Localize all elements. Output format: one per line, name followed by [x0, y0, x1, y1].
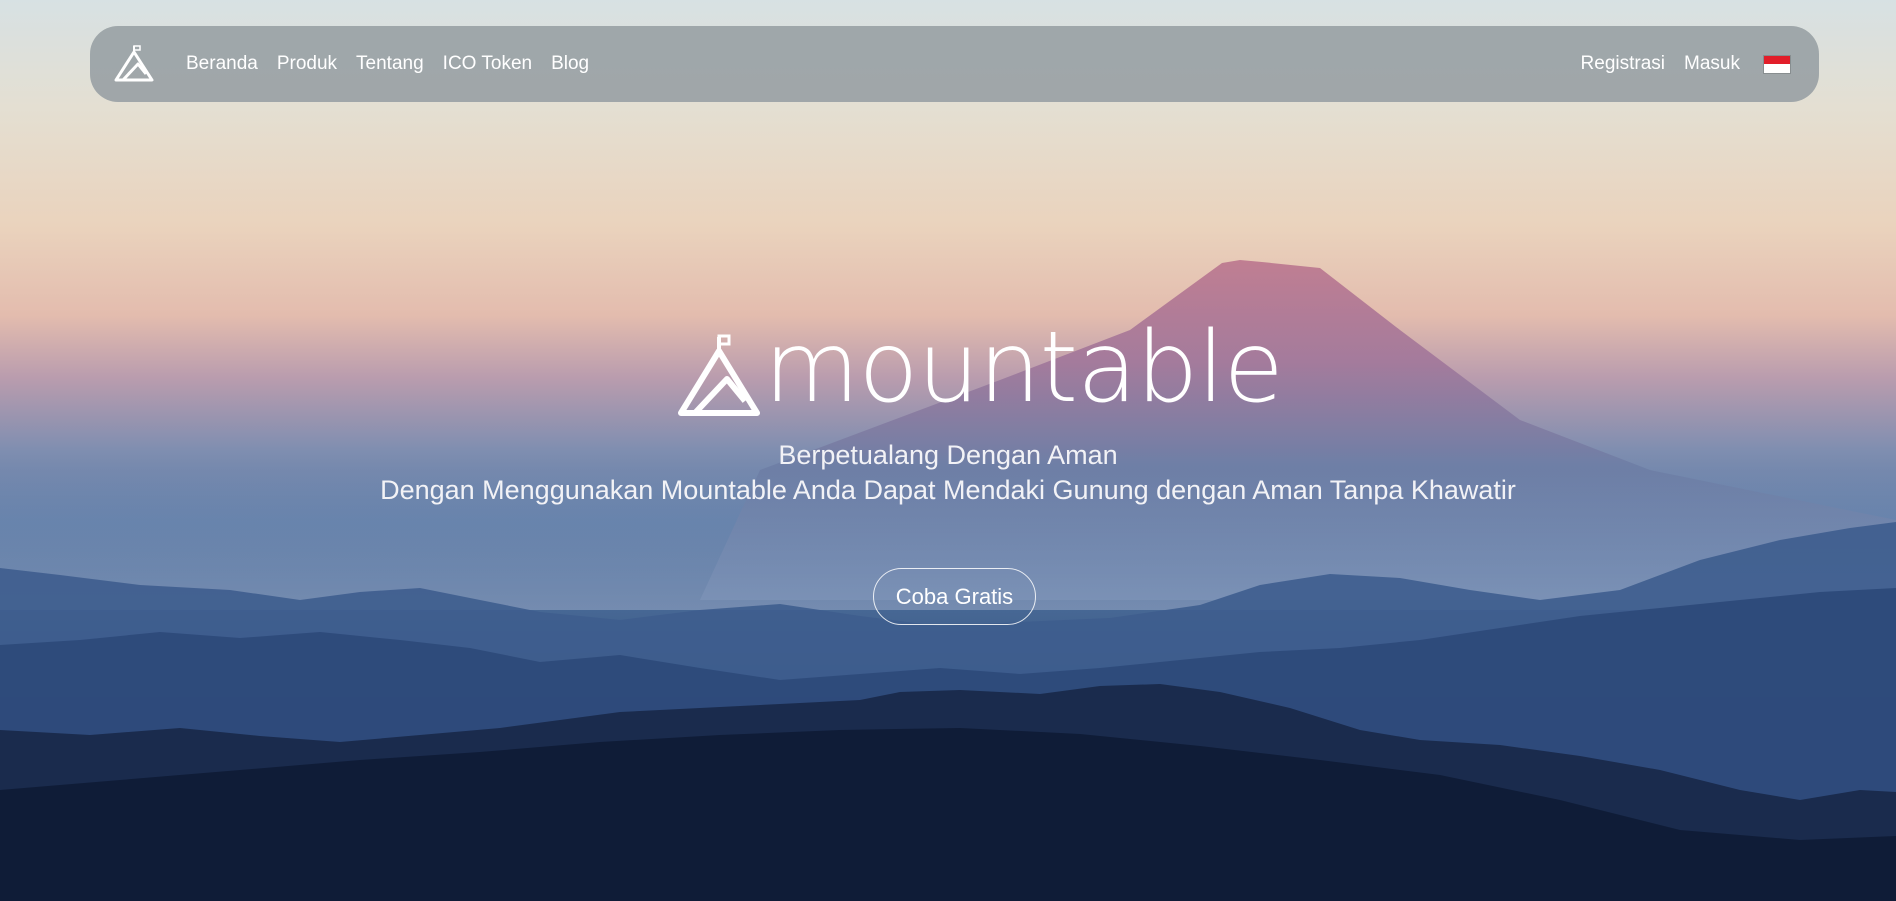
nav-link-blog[interactable]: Blog: [551, 53, 589, 75]
nav-link-produk[interactable]: Produk: [277, 53, 337, 75]
try-free-button[interactable]: Coba Gratis: [873, 568, 1036, 625]
register-link[interactable]: Registrasi: [1581, 53, 1665, 75]
login-link[interactable]: Masuk: [1684, 53, 1740, 75]
brand-logo-lockup: mountable: [675, 319, 1284, 419]
brand-wordmark: mountable: [764, 311, 1284, 425]
mountain-tent-logo-icon[interactable]: [112, 44, 156, 84]
indonesia-flag-icon[interactable]: [1763, 54, 1791, 74]
hero-description: Dengan Menggunakan Mountable Anda Dapat …: [380, 475, 1516, 505]
nav-link-beranda[interactable]: Beranda: [186, 53, 258, 75]
hero-tagline: Berpetualang Dengan Aman: [778, 440, 1118, 470]
nav-left-menu: Beranda Produk Tentang ICO Token Blog: [186, 26, 589, 102]
mountain-tent-logo-icon: [678, 334, 760, 416]
nav-right-menu: Registrasi Masuk: [1581, 26, 1791, 102]
nav-link-tentang[interactable]: Tentang: [356, 53, 424, 75]
hero-section: Beranda Produk Tentang ICO Token Blog Re…: [0, 0, 1896, 901]
top-navbar: Beranda Produk Tentang ICO Token Blog Re…: [90, 26, 1819, 102]
nav-link-ico-token[interactable]: ICO Token: [443, 53, 532, 75]
